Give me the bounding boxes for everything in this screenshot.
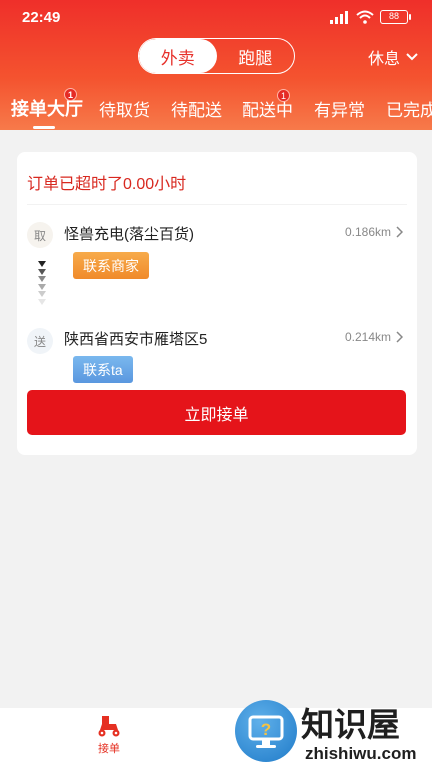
chevron-right-icon <box>396 226 403 238</box>
order-tabs: 接单大厅 1 待取货 待配送 配送中 1 有异常 已完成 <box>0 86 432 130</box>
delivery-tag: 送 <box>27 328 53 354</box>
divider <box>27 204 407 205</box>
nav-item-label: 接单 <box>98 743 120 755</box>
status-icons: 88 <box>330 10 411 24</box>
contact-customer-button[interactable]: 联系ta <box>73 356 133 383</box>
watermark: ? 知识屋 zhishiwu.com <box>235 698 432 768</box>
segment-errand[interactable]: 跑腿 <box>217 39 295 73</box>
tab-label: 配送中 <box>242 101 293 120</box>
signal-icon <box>330 10 348 24</box>
scooter-icon <box>98 716 120 737</box>
pickup-distance: 0.186km <box>344 225 391 239</box>
chevron-right-icon <box>396 331 403 343</box>
tab-label: 已完成 <box>386 101 432 120</box>
tab-completed[interactable]: 已完成 <box>386 96 432 121</box>
accept-order-button[interactable]: 立即接单 <box>27 390 406 435</box>
contact-merchant-button[interactable]: 联系商家 <box>73 252 149 279</box>
question-monitor-icon: ? <box>235 700 297 762</box>
svg-text:?: ? <box>261 720 271 739</box>
tab-badge: 1 <box>277 89 290 102</box>
wifi-icon <box>356 10 374 24</box>
pickup-distance-link[interactable]: 0.186km <box>345 225 403 239</box>
tab-awaiting-pickup[interactable]: 待取货 <box>99 96 150 121</box>
service-switch: 外卖 跑腿 <box>138 38 295 74</box>
chevron-down-icon <box>406 53 418 61</box>
tab-delivering[interactable]: 配送中 1 <box>242 89 293 121</box>
delivery-address: 陕西省西安市雁塔区5 <box>64 331 208 348</box>
tab-label: 有异常 <box>314 101 365 120</box>
delivery-distance: 0.214km <box>344 330 391 344</box>
overtime-notice: 订单已超时了0.00小时 <box>27 176 187 193</box>
segment-takeout[interactable]: 外卖 <box>139 39 217 73</box>
status-bar: 22:49 88 <box>0 0 432 36</box>
rest-status-dropdown[interactable]: 休息 <box>368 45 418 69</box>
route-arrows-icon <box>37 261 47 306</box>
tab-badge: 1 <box>64 88 77 101</box>
delivery-distance-link[interactable]: 0.214km <box>345 330 403 344</box>
pickup-tag: 取 <box>27 222 53 248</box>
app-header: 22:49 88 外卖 跑腿 休息 接单大厅 1 待取货 待配送 配送中 1 有… <box>0 0 432 130</box>
tab-active-indicator <box>33 126 55 129</box>
status-time: 22:49 <box>22 9 61 26</box>
tab-label: 待取货 <box>99 101 150 120</box>
nav-item-accept[interactable]: 接单 <box>90 714 128 756</box>
watermark-title: 知识屋 <box>301 705 400 744</box>
order-card[interactable]: 订单已超时了0.00小时 取 怪兽充电(落尘百货) 0.186km 联系商家 送… <box>17 152 417 455</box>
tab-awaiting-delivery[interactable]: 待配送 <box>171 96 222 121</box>
rest-label: 休息 <box>368 51 401 68</box>
tab-label: 待配送 <box>171 101 222 120</box>
tab-order-hall[interactable]: 接单大厅 1 <box>11 88 83 129</box>
battery-icon: 88 <box>380 10 411 24</box>
watermark-url: zhishiwu.com <box>305 744 417 763</box>
tab-exceptions[interactable]: 有异常 <box>314 96 365 121</box>
tab-label: 接单大厅 <box>11 99 83 119</box>
pickup-name: 怪兽充电(落尘百货) <box>64 226 194 243</box>
